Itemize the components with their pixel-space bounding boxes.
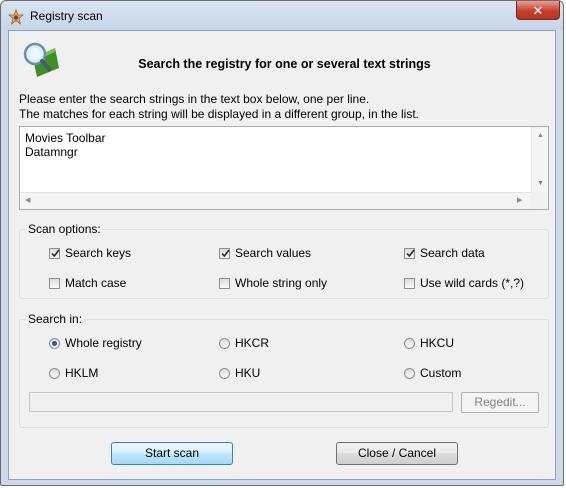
horizontal-scrollbar[interactable]: ◀ ▶ xyxy=(20,192,532,209)
search-values-checkbox[interactable]: Search values xyxy=(219,246,311,260)
regedit-button[interactable]: Regedit... xyxy=(461,392,539,413)
scrollbar-corner xyxy=(531,192,548,209)
whole-registry-radio[interactable]: Whole registry xyxy=(49,336,142,350)
close-window-button[interactable]: ✕ xyxy=(516,1,560,20)
instruction-line-2: The matches for each string will be disp… xyxy=(19,107,419,121)
hklm-label: HKLM xyxy=(65,366,99,380)
close-cancel-button[interactable]: Close / Cancel xyxy=(336,442,458,465)
close-icon: ✕ xyxy=(532,2,544,18)
hklm-radio[interactable]: HKLM xyxy=(49,366,98,380)
dialog-heading: Search the registry for one or several t… xyxy=(138,57,431,71)
search-keys-checkbox[interactable]: Search keys xyxy=(49,246,131,260)
match-case-checkbox[interactable]: Match case xyxy=(49,276,126,290)
custom-label: Custom xyxy=(420,366,462,380)
dialog-body: Search the registry for one or several t… xyxy=(8,30,556,480)
whole-string-only-checkbox[interactable]: Whole string only xyxy=(219,276,327,290)
custom-radio[interactable]: Custom xyxy=(404,366,461,380)
search-data-label: Search data xyxy=(420,246,485,260)
custom-path-field[interactable] xyxy=(29,392,453,412)
search-in-label: Search in: xyxy=(26,312,85,326)
whole-registry-label: Whole registry xyxy=(65,336,142,350)
checkbox-checked-icon[interactable] xyxy=(49,247,60,259)
search-data-checkbox[interactable]: Search data xyxy=(404,246,485,260)
hkcr-label: HKCR xyxy=(235,336,270,350)
registry-scan-window: Registry scan ✕ Search the registry for … xyxy=(0,0,564,486)
use-wild-cards-label: Use wild cards (*,?) xyxy=(420,276,525,290)
scroll-down-icon[interactable]: ▼ xyxy=(537,180,544,187)
checkbox-unchecked-icon[interactable] xyxy=(404,277,415,289)
search-strings-text[interactable]: Movies Toolbar Datamngr xyxy=(25,131,525,191)
radio-unselected-icon[interactable] xyxy=(219,337,230,349)
checkbox-unchecked-icon[interactable] xyxy=(49,277,60,289)
hkcu-radio[interactable]: HKCU xyxy=(404,336,454,350)
hku-radio[interactable]: HKU xyxy=(219,366,260,380)
checkbox-unchecked-icon[interactable] xyxy=(219,277,230,289)
radio-unselected-icon[interactable] xyxy=(404,337,415,349)
app-icon xyxy=(8,9,24,25)
hkcr-radio[interactable]: HKCR xyxy=(219,336,269,350)
radio-unselected-icon[interactable] xyxy=(404,367,415,379)
vertical-scrollbar[interactable]: ▲ ▼ xyxy=(531,127,548,193)
match-case-label: Match case xyxy=(65,276,127,290)
use-wild-cards-checkbox[interactable]: Use wild cards (*,?) xyxy=(404,276,524,290)
radio-unselected-icon[interactable] xyxy=(219,367,230,379)
hkcu-label: HKCU xyxy=(420,336,455,350)
window-title: Registry scan xyxy=(30,9,103,23)
search-values-label: Search values xyxy=(235,246,312,260)
scroll-right-icon[interactable]: ▶ xyxy=(517,197,522,204)
radio-unselected-icon[interactable] xyxy=(49,367,60,379)
whole-string-only-label: Whole string only xyxy=(235,276,328,290)
start-scan-button[interactable]: Start scan xyxy=(111,442,233,465)
hku-label: HKU xyxy=(235,366,261,380)
search-strings-textbox[interactable]: Movies Toolbar Datamngr ▲ ▼ ◀ ▶ xyxy=(19,126,549,210)
checkbox-checked-icon[interactable] xyxy=(219,247,230,259)
search-keys-label: Search keys xyxy=(65,246,132,260)
radio-selected-icon[interactable] xyxy=(49,337,60,349)
title-bar[interactable]: Registry scan ✕ xyxy=(1,1,563,30)
scan-options-label: Scan options: xyxy=(26,222,103,236)
checkbox-checked-icon[interactable] xyxy=(404,247,415,259)
scroll-left-icon[interactable]: ◀ xyxy=(25,197,30,204)
instruction-line-1: Please enter the search strings in the t… xyxy=(19,92,370,106)
scroll-up-icon[interactable]: ▲ xyxy=(537,132,544,139)
